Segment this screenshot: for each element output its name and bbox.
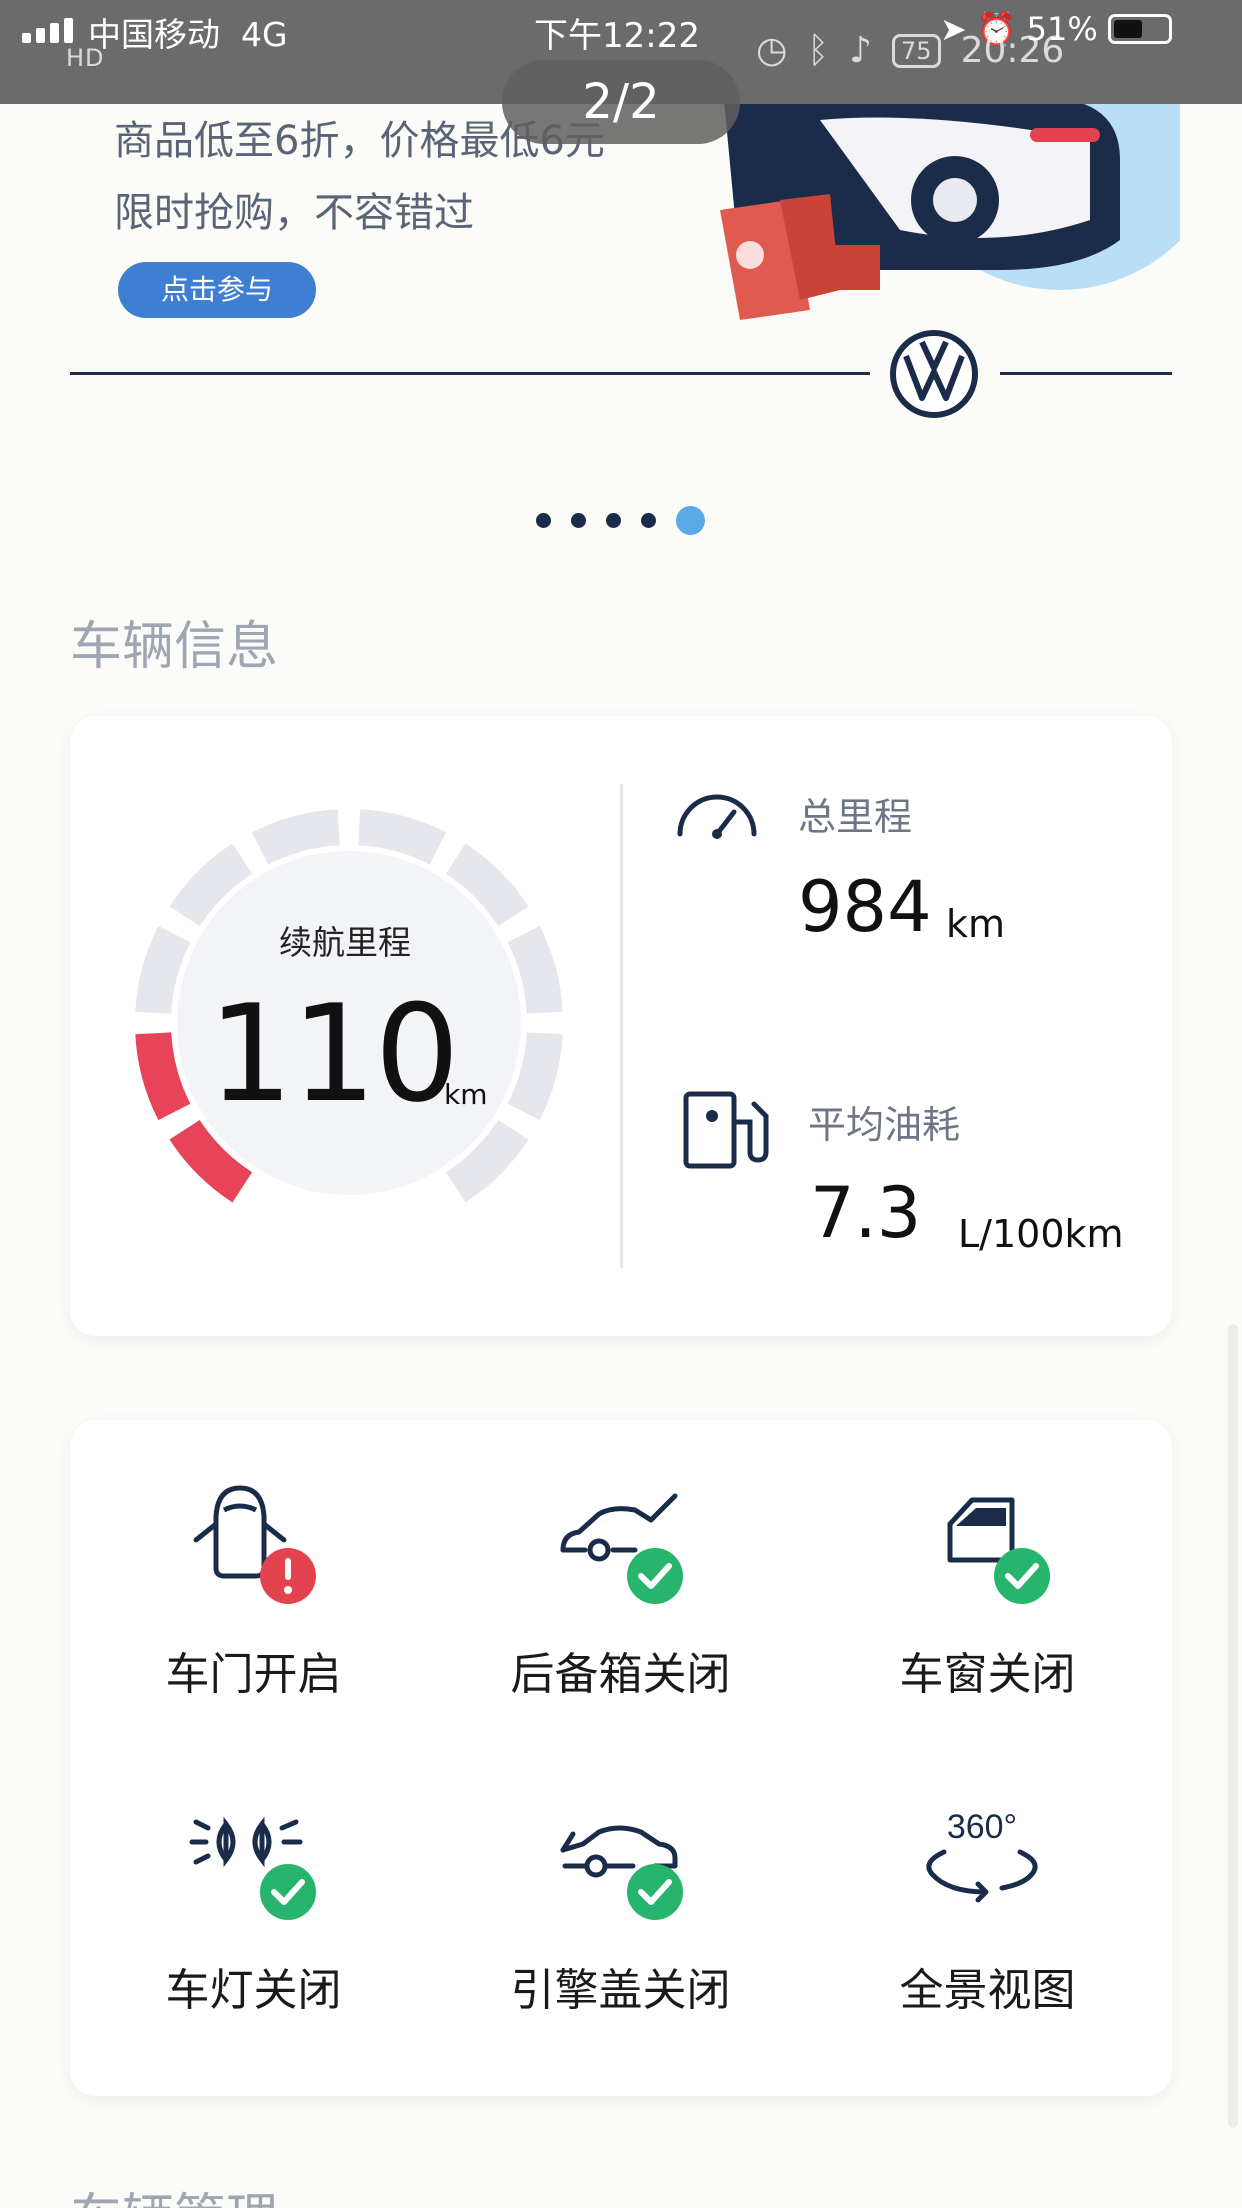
vehicle-info-title: 车辆信息 — [70, 617, 279, 677]
gauge-segment-empty — [357, 809, 447, 865]
carousel-dot[interactable] — [571, 513, 586, 528]
status-label-panorama: 全景视图 — [899, 1965, 1076, 2016]
banner-divider-right — [1000, 372, 1172, 375]
carrier-label: 中国移动 4G — [88, 15, 288, 54]
network-badge: 75 — [892, 33, 941, 68]
headlight-icon — [189, 1816, 316, 1920]
status-tile-panorama[interactable]: 360° 全景视图 — [804, 1736, 1171, 2036]
vehicle-status-card: 车门开启 后备箱关闭 车窗关闭 车灯关闭 引擎盖关闭 360° 全景视图 — [70, 1420, 1172, 2096]
gauge-segment-empty — [251, 809, 341, 865]
speedometer-icon — [677, 794, 757, 839]
fuel-consumption-value: 7.3 — [810, 1172, 922, 1254]
battery-icon — [1107, 14, 1172, 44]
banner-car-illustration — [720, 100, 1180, 320]
odometer-label: 总里程 — [798, 795, 913, 839]
image-page-indicator: 2/2 — [502, 60, 740, 144]
status-tile-lights[interactable]: 车灯关闭 — [70, 1736, 437, 2036]
carousel-dot[interactable] — [606, 513, 621, 528]
status-label-windows: 车窗关闭 — [899, 1649, 1076, 1700]
range-unit: km — [444, 1078, 488, 1111]
status-tile-hood[interactable]: 引擎盖关闭 — [437, 1736, 804, 2036]
odometer-value: 984 — [798, 866, 932, 948]
gauge-segment-empty — [507, 1031, 563, 1121]
banner-cta-button[interactable]: 点击参与 — [118, 262, 316, 318]
fuel-consumption-unit: L/100km — [958, 1212, 1124, 1256]
clock-icon: ◷ — [756, 30, 788, 71]
cellular-signal-icon — [22, 18, 73, 43]
odometer-unit: km — [946, 902, 1006, 946]
status-tile-windows[interactable]: 车窗关闭 — [804, 1420, 1171, 1720]
car-door-open-icon — [193, 1485, 316, 1604]
vehicle-info-card[interactable]: 续航里程 110 km 总里程 984 km 平均油耗 7.3 L/100km — [70, 716, 1172, 1336]
status-tile-doors[interactable]: 车门开启 — [70, 1420, 437, 1720]
status-label-hood: 引擎盖关闭 — [510, 1965, 731, 2016]
range-value: 110 — [208, 976, 460, 1132]
trunk-icon — [560, 1493, 683, 1604]
status-time: 下午12:22 — [534, 16, 700, 56]
range-label: 续航里程 — [279, 923, 411, 962]
bell-icon: ♪ — [849, 30, 873, 71]
car-window-icon — [947, 1497, 1050, 1604]
fuel-consumption-label: 平均油耗 — [808, 1103, 961, 1147]
hood-icon — [560, 1825, 683, 1920]
banner-text-line2: 限时抢购，不容错过 — [114, 190, 474, 236]
carousel-dot[interactable] — [536, 513, 551, 528]
secondary-status-cluster: ◷ ᛒ ♪ 75 20:26 — [756, 30, 1064, 71]
fuel-pump-icon — [683, 1091, 769, 1169]
card-divider — [620, 784, 623, 1268]
panorama-360-text: 360° — [947, 1808, 1017, 1846]
status-tile-trunk[interactable]: 后备箱关闭 — [437, 1420, 804, 1720]
gauge-segment-filled — [135, 1031, 191, 1121]
secondary-time: 20:26 — [960, 30, 1065, 71]
status-label-trunk: 后备箱关闭 — [510, 1649, 731, 1700]
panorama-360-icon: 360° — [926, 1808, 1038, 1903]
carousel-dot[interactable] — [641, 513, 656, 528]
banner-divider-left — [70, 372, 870, 375]
scrollbar[interactable] — [1228, 1324, 1238, 2128]
status-label-doors: 车门开启 — [165, 1649, 342, 1700]
volkswagen-logo — [890, 330, 978, 418]
carousel-dot-active[interactable] — [676, 506, 705, 535]
bluetooth-icon: ᛒ — [807, 30, 830, 71]
carousel-dots — [536, 506, 705, 535]
status-label-lights: 车灯关闭 — [165, 1965, 342, 2016]
vehicle-management-title: 车辆管理 — [70, 2176, 278, 2208]
hd-label: HD — [66, 44, 105, 72]
